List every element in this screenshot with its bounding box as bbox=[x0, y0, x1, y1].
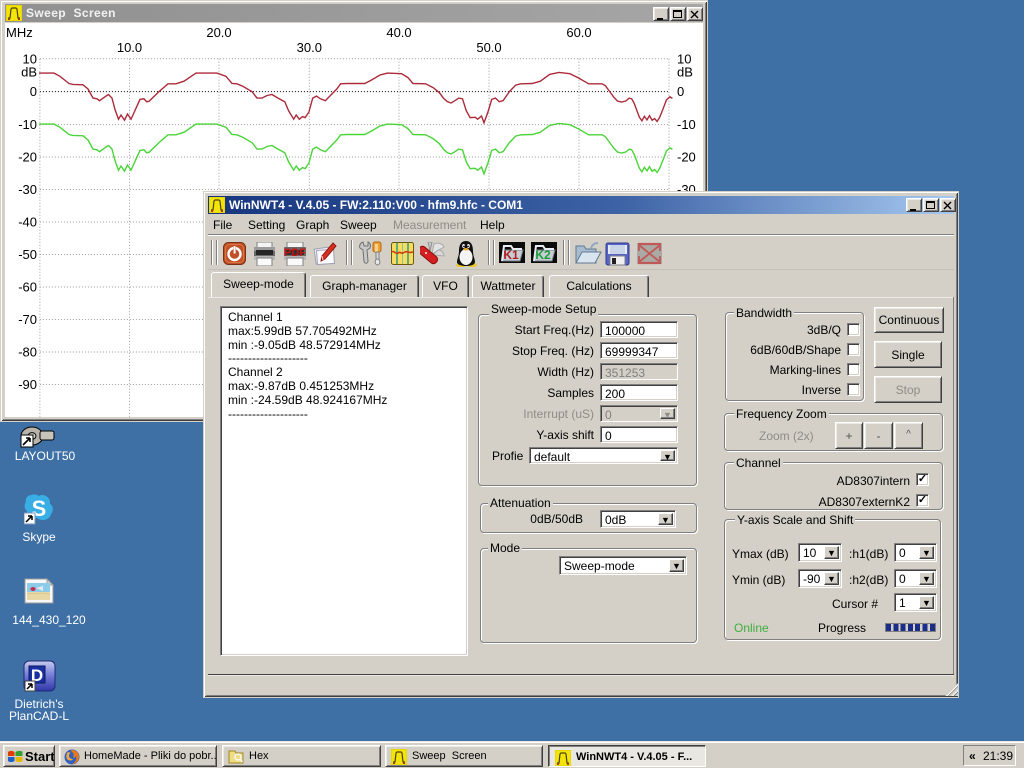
svg-text:30.0: 30.0 bbox=[297, 40, 322, 55]
svg-text:-10: -10 bbox=[18, 117, 37, 132]
svg-text:20.0: 20.0 bbox=[206, 25, 231, 40]
svg-text:dB: dB bbox=[21, 65, 37, 80]
svg-text:dB: dB bbox=[677, 65, 693, 80]
svg-text:K2: K2 bbox=[535, 248, 551, 262]
svg-text:-70: -70 bbox=[18, 312, 37, 327]
svg-text:-20: -20 bbox=[18, 150, 37, 165]
svg-text:MHz: MHz bbox=[6, 25, 33, 40]
svg-text:-20: -20 bbox=[677, 150, 696, 165]
svg-text:-10: -10 bbox=[677, 117, 696, 132]
svg-text:0: 0 bbox=[30, 84, 37, 99]
svg-text:-90: -90 bbox=[18, 377, 37, 392]
svg-text:10.0: 10.0 bbox=[117, 40, 142, 55]
svg-text:-80: -80 bbox=[18, 345, 37, 360]
svg-text:-40: -40 bbox=[18, 215, 37, 230]
svg-text:50.0: 50.0 bbox=[476, 40, 501, 55]
svg-text:-60: -60 bbox=[18, 280, 37, 295]
svg-text:-50: -50 bbox=[18, 247, 37, 262]
svg-text:-30: -30 bbox=[18, 182, 37, 197]
svg-text:60.0: 60.0 bbox=[566, 25, 591, 40]
svg-text:40.0: 40.0 bbox=[386, 25, 411, 40]
svg-text:0: 0 bbox=[677, 84, 684, 99]
svg-text:PDF: PDF bbox=[284, 247, 306, 259]
svg-text:K1: K1 bbox=[503, 248, 519, 262]
